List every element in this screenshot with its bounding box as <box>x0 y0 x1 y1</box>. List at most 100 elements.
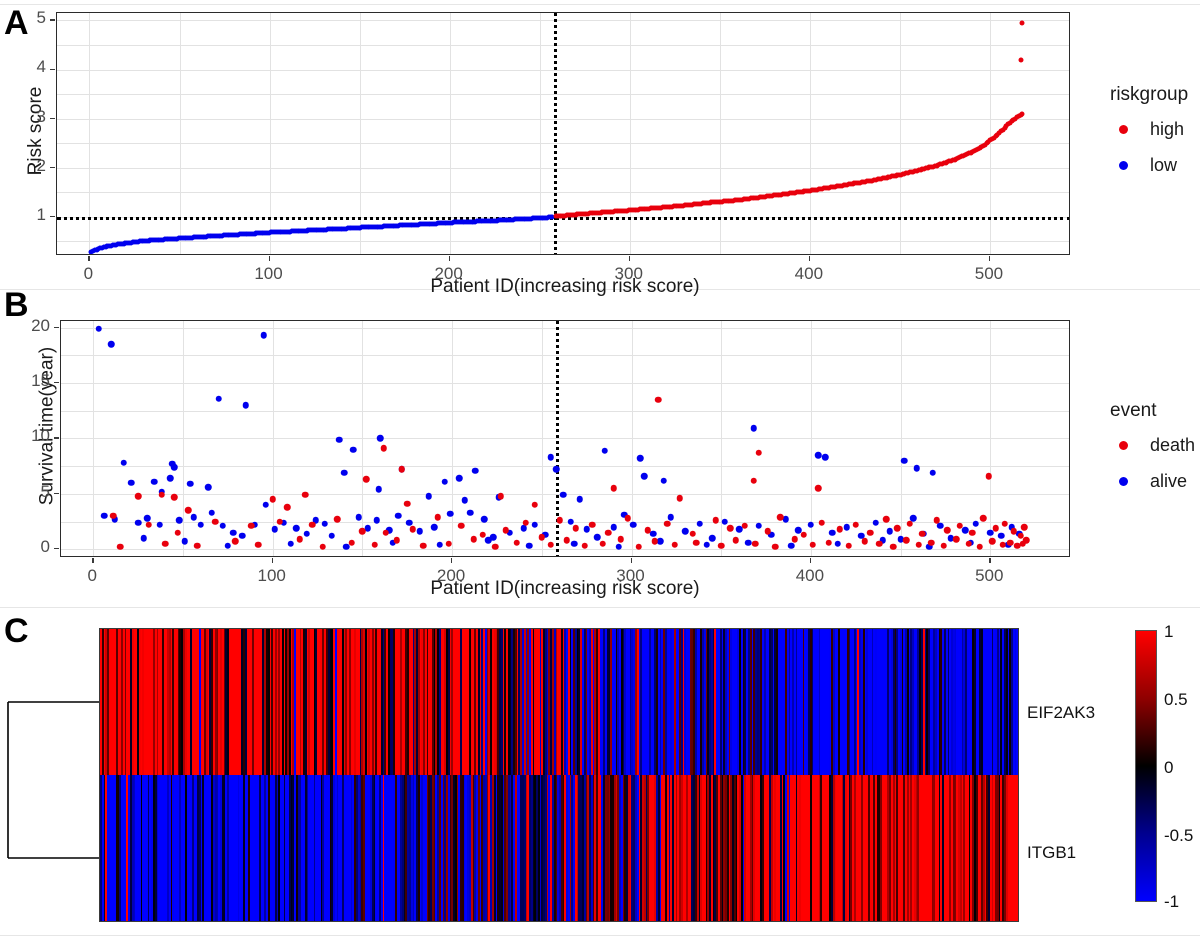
data-point-alive <box>329 533 336 540</box>
data-point-death <box>117 544 124 551</box>
gridline-horizontal <box>57 94 1069 95</box>
data-point-alive <box>262 502 269 509</box>
data-point-high <box>1020 20 1025 25</box>
gridline-vertical <box>362 321 363 556</box>
data-point-death <box>162 540 169 547</box>
data-point-alive <box>610 524 617 531</box>
data-point-death <box>750 477 757 484</box>
data-point-death <box>497 493 504 500</box>
data-point-death <box>985 473 992 480</box>
data-point-alive <box>140 535 147 542</box>
data-point-alive <box>594 534 601 541</box>
data-point-death <box>1000 541 1007 548</box>
data-point-alive <box>668 514 675 521</box>
data-point-death <box>689 530 696 537</box>
gridline-horizontal <box>57 45 1069 46</box>
data-point-death <box>809 541 816 548</box>
data-point-death <box>212 518 219 525</box>
x-tick-label: 100 <box>234 264 304 284</box>
legend-item-alive[interactable]: alive <box>1110 472 1195 490</box>
data-point-death <box>548 541 555 548</box>
colorbar-tick-minus1: -1 <box>1164 892 1179 912</box>
data-point-alive <box>373 517 380 524</box>
legend-dot-high-icon <box>1110 125 1136 134</box>
data-point-alive <box>167 475 174 482</box>
gridline-horizontal <box>61 328 1069 329</box>
data-point-death <box>852 522 859 529</box>
data-point-death <box>836 526 843 533</box>
colorbar-tick-0: 0 <box>1164 758 1173 778</box>
x-tick-mark <box>989 558 990 563</box>
data-point-alive <box>835 540 842 547</box>
data-point-death <box>277 518 284 525</box>
data-point-death <box>573 525 580 532</box>
data-point-high <box>1020 111 1025 116</box>
data-point-death <box>382 529 389 536</box>
data-point-death <box>110 513 117 520</box>
data-point-death <box>589 522 596 529</box>
legend-item-high[interactable]: high <box>1110 120 1188 138</box>
x-tick-mark <box>629 256 630 261</box>
data-point-death <box>940 543 947 550</box>
legend-label-low: low <box>1150 155 1177 176</box>
data-point-death <box>752 540 759 547</box>
gridline-horizontal <box>61 355 1069 356</box>
y-tick-mark <box>54 382 59 383</box>
data-point-alive <box>406 519 413 526</box>
data-point-alive <box>887 528 894 535</box>
y-tick-label: 15 <box>8 371 50 391</box>
x-tick-label: 0 <box>57 566 127 586</box>
colorbar-tick-0point5: 0.5 <box>1164 690 1188 710</box>
data-point-alive <box>271 526 278 533</box>
data-point-death <box>894 525 901 532</box>
data-point-death <box>320 544 327 551</box>
y-tick-label: 5 <box>4 8 46 28</box>
x-tick-mark <box>269 256 270 261</box>
y-tick-mark <box>50 19 55 20</box>
scan-rule <box>0 607 1200 608</box>
data-point-death <box>655 396 662 403</box>
data-point-death <box>539 534 546 541</box>
y-tick-label: 5 <box>8 482 50 502</box>
data-point-death <box>556 517 563 524</box>
gridline-horizontal <box>61 438 1069 439</box>
data-point-death <box>1007 539 1014 546</box>
data-point-high <box>1018 57 1023 62</box>
data-point-death <box>992 525 999 532</box>
data-point-alive <box>696 520 703 527</box>
data-point-alive <box>722 518 729 525</box>
data-point-alive <box>630 522 637 529</box>
x-tick-label: 100 <box>237 566 307 586</box>
y-tick-label: 1 <box>4 205 46 225</box>
data-point-alive <box>293 525 300 532</box>
data-point-death <box>171 494 178 501</box>
legend-item-low[interactable]: low <box>1110 156 1188 174</box>
data-point-death <box>513 539 520 546</box>
legend-item-death[interactable]: death <box>1110 436 1195 454</box>
data-point-death <box>605 529 612 536</box>
data-point-death <box>652 538 659 545</box>
data-point-alive <box>913 465 920 472</box>
gene-label-eif2ak3: EIF2AK3 <box>1027 703 1095 723</box>
data-point-alive <box>205 484 212 491</box>
data-point-death <box>1001 520 1008 527</box>
data-point-alive <box>548 454 555 461</box>
data-point-death <box>284 504 291 511</box>
data-point-alive <box>937 523 944 530</box>
data-point-alive <box>304 530 311 537</box>
data-point-death <box>404 500 411 507</box>
data-point-alive <box>531 522 538 529</box>
data-point-death <box>531 502 538 509</box>
data-point-alive <box>815 452 822 459</box>
data-point-alive <box>187 481 194 488</box>
data-point-death <box>1021 524 1028 531</box>
data-point-death <box>906 520 913 527</box>
panel-letter-c: C <box>4 614 29 648</box>
data-point-death <box>522 519 529 526</box>
data-point-death <box>765 528 772 535</box>
data-point-alive <box>973 520 980 527</box>
data-point-alive <box>616 544 623 551</box>
data-point-death <box>957 523 964 530</box>
data-point-death <box>194 543 201 550</box>
y-tick-mark <box>54 493 59 494</box>
